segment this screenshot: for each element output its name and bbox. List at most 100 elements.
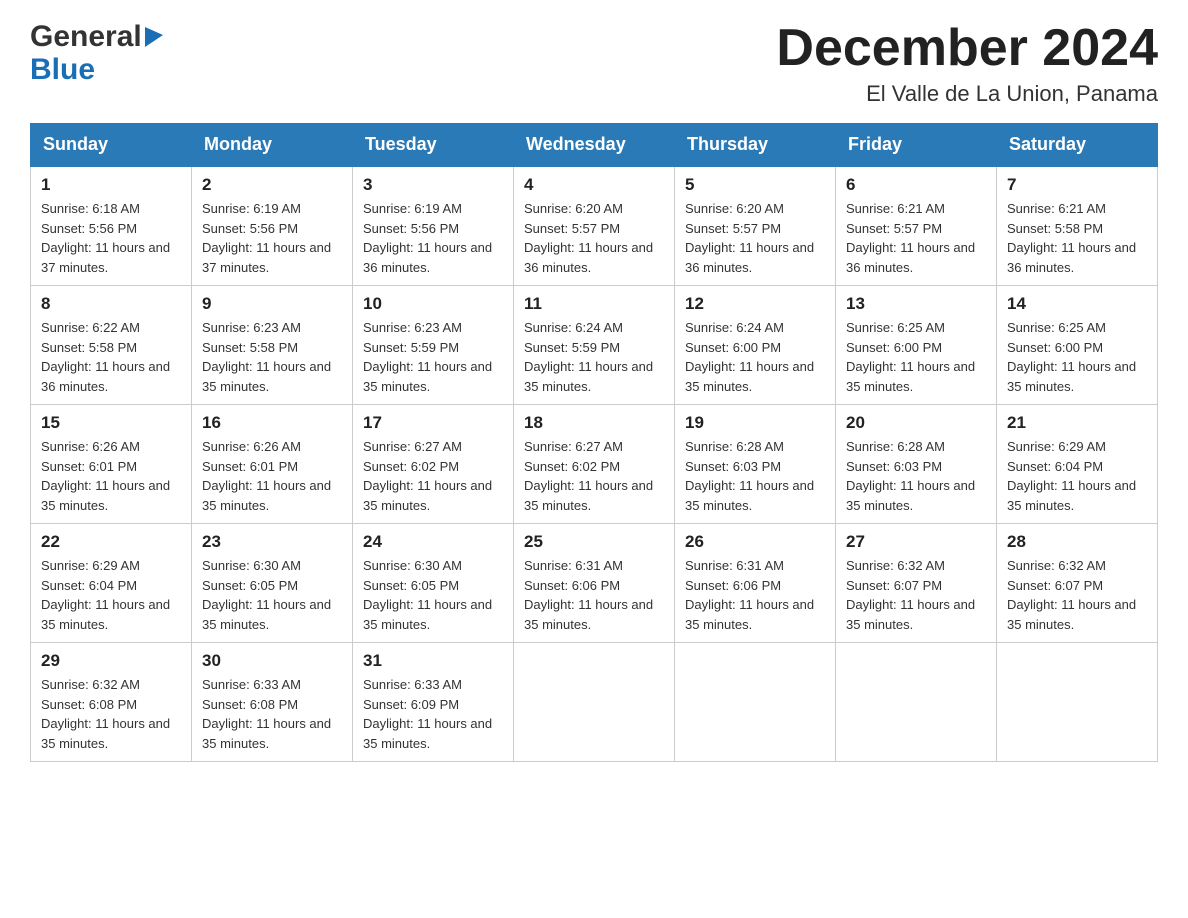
calendar-day-header: Thursday bbox=[675, 124, 836, 167]
calendar-cell: 26 Sunrise: 6:31 AMSunset: 6:06 PMDaylig… bbox=[675, 524, 836, 643]
calendar-cell: 15 Sunrise: 6:26 AMSunset: 6:01 PMDaylig… bbox=[31, 405, 192, 524]
day-info: Sunrise: 6:30 AMSunset: 6:05 PMDaylight:… bbox=[363, 558, 492, 632]
day-info: Sunrise: 6:30 AMSunset: 6:05 PMDaylight:… bbox=[202, 558, 331, 632]
day-info: Sunrise: 6:19 AMSunset: 5:56 PMDaylight:… bbox=[363, 201, 492, 275]
logo-blue-text: Blue bbox=[30, 53, 95, 86]
page-header: General Blue December 2024 El Valle de L… bbox=[30, 20, 1158, 107]
day-info: Sunrise: 6:23 AMSunset: 5:59 PMDaylight:… bbox=[363, 320, 492, 394]
day-number: 23 bbox=[202, 532, 342, 552]
calendar-cell: 10 Sunrise: 6:23 AMSunset: 5:59 PMDaylig… bbox=[353, 286, 514, 405]
day-info: Sunrise: 6:33 AMSunset: 6:09 PMDaylight:… bbox=[363, 677, 492, 751]
logo-general-text: General bbox=[30, 20, 142, 53]
day-info: Sunrise: 6:32 AMSunset: 6:07 PMDaylight:… bbox=[846, 558, 975, 632]
calendar-cell: 16 Sunrise: 6:26 AMSunset: 6:01 PMDaylig… bbox=[192, 405, 353, 524]
day-number: 3 bbox=[363, 175, 503, 195]
day-info: Sunrise: 6:21 AMSunset: 5:58 PMDaylight:… bbox=[1007, 201, 1136, 275]
calendar-cell: 19 Sunrise: 6:28 AMSunset: 6:03 PMDaylig… bbox=[675, 405, 836, 524]
day-number: 30 bbox=[202, 651, 342, 671]
day-info: Sunrise: 6:20 AMSunset: 5:57 PMDaylight:… bbox=[685, 201, 814, 275]
calendar-week-row: 29 Sunrise: 6:32 AMSunset: 6:08 PMDaylig… bbox=[31, 643, 1158, 762]
calendar-cell: 17 Sunrise: 6:27 AMSunset: 6:02 PMDaylig… bbox=[353, 405, 514, 524]
calendar-cell: 1 Sunrise: 6:18 AMSunset: 5:56 PMDayligh… bbox=[31, 166, 192, 286]
day-number: 18 bbox=[524, 413, 664, 433]
day-info: Sunrise: 6:26 AMSunset: 6:01 PMDaylight:… bbox=[202, 439, 331, 513]
day-number: 8 bbox=[41, 294, 181, 314]
calendar-cell: 24 Sunrise: 6:30 AMSunset: 6:05 PMDaylig… bbox=[353, 524, 514, 643]
calendar-cell: 28 Sunrise: 6:32 AMSunset: 6:07 PMDaylig… bbox=[997, 524, 1158, 643]
calendar-day-header: Sunday bbox=[31, 124, 192, 167]
day-info: Sunrise: 6:28 AMSunset: 6:03 PMDaylight:… bbox=[846, 439, 975, 513]
calendar-cell: 8 Sunrise: 6:22 AMSunset: 5:58 PMDayligh… bbox=[31, 286, 192, 405]
day-info: Sunrise: 6:18 AMSunset: 5:56 PMDaylight:… bbox=[41, 201, 170, 275]
calendar-cell: 25 Sunrise: 6:31 AMSunset: 6:06 PMDaylig… bbox=[514, 524, 675, 643]
calendar-table: SundayMondayTuesdayWednesdayThursdayFrid… bbox=[30, 123, 1158, 762]
day-number: 21 bbox=[1007, 413, 1147, 433]
calendar-day-header: Monday bbox=[192, 124, 353, 167]
calendar-cell: 20 Sunrise: 6:28 AMSunset: 6:03 PMDaylig… bbox=[836, 405, 997, 524]
day-info: Sunrise: 6:31 AMSunset: 6:06 PMDaylight:… bbox=[524, 558, 653, 632]
day-number: 19 bbox=[685, 413, 825, 433]
day-number: 14 bbox=[1007, 294, 1147, 314]
logo-arrow-icon bbox=[145, 27, 163, 47]
day-number: 22 bbox=[41, 532, 181, 552]
calendar-day-header: Friday bbox=[836, 124, 997, 167]
calendar-cell: 22 Sunrise: 6:29 AMSunset: 6:04 PMDaylig… bbox=[31, 524, 192, 643]
calendar-week-row: 8 Sunrise: 6:22 AMSunset: 5:58 PMDayligh… bbox=[31, 286, 1158, 405]
calendar-cell: 30 Sunrise: 6:33 AMSunset: 6:08 PMDaylig… bbox=[192, 643, 353, 762]
day-number: 11 bbox=[524, 294, 664, 314]
day-number: 16 bbox=[202, 413, 342, 433]
calendar-week-row: 15 Sunrise: 6:26 AMSunset: 6:01 PMDaylig… bbox=[31, 405, 1158, 524]
calendar-cell: 21 Sunrise: 6:29 AMSunset: 6:04 PMDaylig… bbox=[997, 405, 1158, 524]
day-info: Sunrise: 6:25 AMSunset: 6:00 PMDaylight:… bbox=[846, 320, 975, 394]
calendar-cell: 3 Sunrise: 6:19 AMSunset: 5:56 PMDayligh… bbox=[353, 166, 514, 286]
day-number: 1 bbox=[41, 175, 181, 195]
calendar-cell: 5 Sunrise: 6:20 AMSunset: 5:57 PMDayligh… bbox=[675, 166, 836, 286]
calendar-cell bbox=[675, 643, 836, 762]
calendar-cell: 18 Sunrise: 6:27 AMSunset: 6:02 PMDaylig… bbox=[514, 405, 675, 524]
day-number: 13 bbox=[846, 294, 986, 314]
calendar-cell bbox=[997, 643, 1158, 762]
day-number: 6 bbox=[846, 175, 986, 195]
day-number: 20 bbox=[846, 413, 986, 433]
logo: General Blue bbox=[30, 20, 163, 86]
day-number: 9 bbox=[202, 294, 342, 314]
calendar-header-row: SundayMondayTuesdayWednesdayThursdayFrid… bbox=[31, 124, 1158, 167]
day-number: 31 bbox=[363, 651, 503, 671]
day-info: Sunrise: 6:26 AMSunset: 6:01 PMDaylight:… bbox=[41, 439, 170, 513]
day-number: 12 bbox=[685, 294, 825, 314]
calendar-day-header: Tuesday bbox=[353, 124, 514, 167]
day-number: 27 bbox=[846, 532, 986, 552]
month-title: December 2024 bbox=[776, 20, 1158, 77]
day-number: 5 bbox=[685, 175, 825, 195]
calendar-cell bbox=[836, 643, 997, 762]
calendar-cell: 6 Sunrise: 6:21 AMSunset: 5:57 PMDayligh… bbox=[836, 166, 997, 286]
day-info: Sunrise: 6:28 AMSunset: 6:03 PMDaylight:… bbox=[685, 439, 814, 513]
day-number: 25 bbox=[524, 532, 664, 552]
day-number: 26 bbox=[685, 532, 825, 552]
day-info: Sunrise: 6:33 AMSunset: 6:08 PMDaylight:… bbox=[202, 677, 331, 751]
title-block: December 2024 El Valle de La Union, Pana… bbox=[776, 20, 1158, 107]
day-info: Sunrise: 6:24 AMSunset: 5:59 PMDaylight:… bbox=[524, 320, 653, 394]
calendar-cell: 2 Sunrise: 6:19 AMSunset: 5:56 PMDayligh… bbox=[192, 166, 353, 286]
day-info: Sunrise: 6:31 AMSunset: 6:06 PMDaylight:… bbox=[685, 558, 814, 632]
calendar-cell bbox=[514, 643, 675, 762]
location-title: El Valle de La Union, Panama bbox=[776, 81, 1158, 107]
day-number: 2 bbox=[202, 175, 342, 195]
day-number: 15 bbox=[41, 413, 181, 433]
calendar-cell: 13 Sunrise: 6:25 AMSunset: 6:00 PMDaylig… bbox=[836, 286, 997, 405]
calendar-cell: 7 Sunrise: 6:21 AMSunset: 5:58 PMDayligh… bbox=[997, 166, 1158, 286]
calendar-cell: 31 Sunrise: 6:33 AMSunset: 6:09 PMDaylig… bbox=[353, 643, 514, 762]
day-info: Sunrise: 6:27 AMSunset: 6:02 PMDaylight:… bbox=[363, 439, 492, 513]
calendar-cell: 12 Sunrise: 6:24 AMSunset: 6:00 PMDaylig… bbox=[675, 286, 836, 405]
day-number: 7 bbox=[1007, 175, 1147, 195]
day-info: Sunrise: 6:22 AMSunset: 5:58 PMDaylight:… bbox=[41, 320, 170, 394]
calendar-cell: 14 Sunrise: 6:25 AMSunset: 6:00 PMDaylig… bbox=[997, 286, 1158, 405]
day-number: 24 bbox=[363, 532, 503, 552]
day-number: 28 bbox=[1007, 532, 1147, 552]
calendar-cell: 11 Sunrise: 6:24 AMSunset: 5:59 PMDaylig… bbox=[514, 286, 675, 405]
calendar-day-header: Saturday bbox=[997, 124, 1158, 167]
day-number: 10 bbox=[363, 294, 503, 314]
day-info: Sunrise: 6:29 AMSunset: 6:04 PMDaylight:… bbox=[1007, 439, 1136, 513]
day-info: Sunrise: 6:32 AMSunset: 6:08 PMDaylight:… bbox=[41, 677, 170, 751]
day-info: Sunrise: 6:29 AMSunset: 6:04 PMDaylight:… bbox=[41, 558, 170, 632]
